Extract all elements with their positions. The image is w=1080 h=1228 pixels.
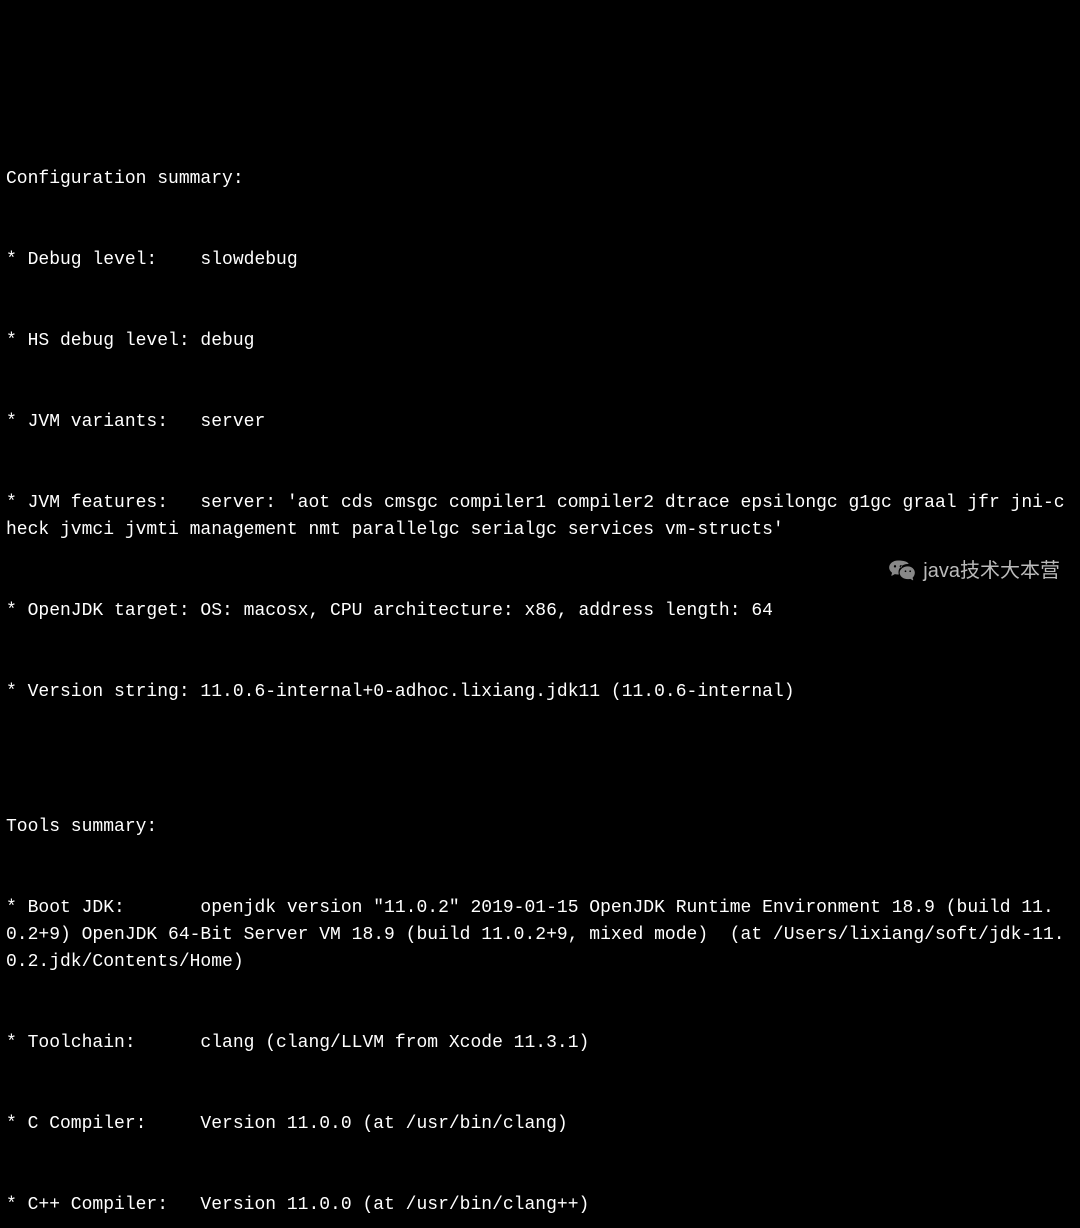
cpp-compiler-line: * C++ Compiler: Version 11.0.0 (at /usr/… — [6, 1192, 1074, 1219]
wechat-icon — [887, 556, 917, 586]
toolchain-line: * Toolchain: clang (clang/LLVM from Xcod… — [6, 1030, 1074, 1057]
jvm-features-line: * JVM features: server: 'aot cds cmsgc c… — [6, 490, 1074, 544]
debug-level-line: * Debug level: slowdebug — [6, 247, 1074, 274]
config-summary-header: Configuration summary: — [6, 166, 1074, 193]
openjdk-target-line: * OpenJDK target: OS: macosx, CPU archit… — [6, 598, 1074, 625]
tools-summary-header: Tools summary: — [6, 814, 1074, 841]
terminal-output: Configuration summary: * Debug level: sl… — [0, 108, 1080, 1228]
hs-debug-level-line: * HS debug level: debug — [6, 328, 1074, 355]
boot-jdk-line: * Boot JDK: openjdk version "11.0.2" 201… — [6, 895, 1074, 976]
watermark-text: java技术大本营 — [923, 556, 1060, 586]
c-compiler-line: * C Compiler: Version 11.0.0 (at /usr/bi… — [6, 1111, 1074, 1138]
watermark: java技术大本营 — [887, 556, 1060, 586]
jvm-variants-line: * JVM variants: server — [6, 409, 1074, 436]
version-string-line: * Version string: 11.0.6-internal+0-adho… — [6, 679, 1074, 706]
